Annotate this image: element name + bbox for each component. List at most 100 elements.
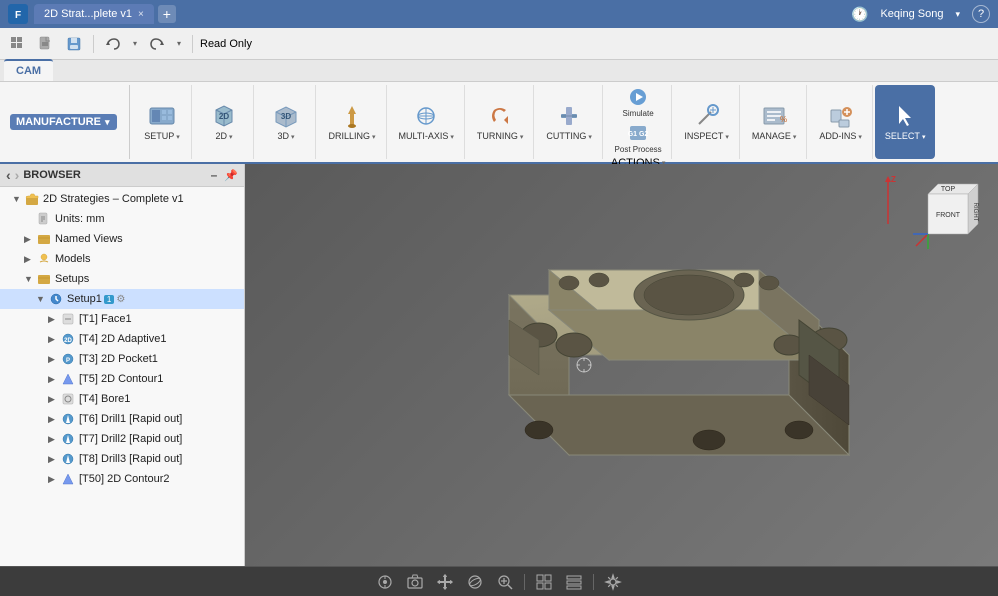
addins-button[interactable]: ADD-INS ▾: [815, 100, 866, 144]
multiaxis-button[interactable]: MULTI-AXIS ▾: [395, 100, 458, 144]
expand-drill3[interactable]: ▶: [48, 454, 60, 465]
active-tab[interactable]: 2D Strat...plete v1 ×: [34, 4, 154, 24]
drilling-dropdown-arrow: ▾: [372, 133, 376, 141]
3d-button[interactable]: 3D 3D ▾: [268, 100, 304, 144]
user-name[interactable]: Keqing Song: [880, 8, 943, 20]
tree-item-adaptive1[interactable]: ▶ 2D [T4] 2D Adaptive1: [0, 329, 244, 349]
turning-button[interactable]: TURNING ▾: [473, 100, 528, 144]
label-root: 2D Strategies – Complete v1: [43, 193, 184, 205]
zoom-button[interactable]: [494, 571, 516, 593]
expand-pocket1[interactable]: ▶: [48, 354, 60, 365]
drilling-button[interactable]: DRILLING ▾: [324, 100, 379, 144]
pan-button[interactable]: [434, 571, 456, 593]
redo-button[interactable]: [145, 32, 169, 56]
tree-item-contour1[interactable]: ▶ [T5] 2D Contour1: [0, 369, 244, 389]
group-manage: % MANAGE ▾: [742, 85, 808, 159]
select-button[interactable]: SELECT ▾: [881, 100, 930, 144]
viewport[interactable]: TOP FRONT RIGHT Z: [245, 164, 998, 566]
tab-cam[interactable]: CAM: [4, 59, 53, 81]
expand-drill1[interactable]: ▶: [48, 414, 60, 425]
2d-button[interactable]: 2D 2D ▾: [206, 100, 242, 144]
ribbon: CAM MANUFACTURE ▾: [0, 60, 998, 164]
nav-cube[interactable]: TOP FRONT RIGHT: [908, 174, 988, 254]
list-view-button[interactable]: [563, 571, 585, 593]
addins-dropdown-arrow: ▾: [858, 133, 862, 141]
browser-nav-back[interactable]: ‹: [6, 167, 11, 183]
tree-item-pocket1[interactable]: ▶ P [T3] 2D Pocket1: [0, 349, 244, 369]
setup-button[interactable]: SETUP ▾: [140, 100, 184, 144]
simulate-label: Simulate: [623, 109, 654, 118]
tree-item-setups[interactable]: ▼ Setups: [0, 269, 244, 289]
dropdown-arrow-user[interactable]: ▾: [955, 9, 960, 20]
post-icon: G1 G2: [627, 122, 649, 144]
tree-item-units[interactable]: Units: mm: [0, 209, 244, 229]
expand-face1[interactable]: ▶: [48, 314, 60, 325]
label-pocket1: [T3] 2D Pocket1: [79, 353, 158, 365]
group-cutting: CUTTING ▾: [536, 85, 603, 159]
manufacture-dropdown[interactable]: MANUFACTURE ▾: [10, 114, 117, 130]
setup-icon: [148, 102, 176, 130]
turning-label: TURNING: [477, 132, 518, 142]
title-bar: F 2D Strat...plete v1 × + 🕐 Keqing Song …: [0, 0, 998, 28]
label-contour1: [T5] 2D Contour1: [79, 373, 163, 385]
redo-dropdown[interactable]: ▾: [173, 32, 185, 56]
svg-text:%: %: [780, 115, 787, 124]
expand-bore1[interactable]: ▶: [48, 394, 60, 405]
browser-pin[interactable]: 📌: [224, 169, 238, 182]
group-multiaxis: MULTI-AXIS ▾: [389, 85, 465, 159]
inspect-button[interactable]: INSPECT ▾: [680, 100, 733, 144]
tree-item-contour2[interactable]: ▶ [T50] 2D Contour2: [0, 469, 244, 489]
setup1-gear[interactable]: ⚙: [116, 294, 125, 305]
tree-item-drill1[interactable]: ▶ [T6] Drill1 [Rapid out]: [0, 409, 244, 429]
expand-models[interactable]: ▶: [24, 254, 36, 265]
post-process-button[interactable]: G1 G2 Post Process: [612, 121, 665, 155]
undo-button[interactable]: [101, 32, 125, 56]
expand-units: [24, 214, 36, 224]
settings-button[interactable]: [602, 571, 624, 593]
tree-item-face1[interactable]: ▶ [T1] Face1: [0, 309, 244, 329]
browser-collapse[interactable]: –: [211, 168, 218, 182]
tree-item-bore1[interactable]: ▶ [T4] Bore1: [0, 389, 244, 409]
orbit-button[interactable]: [464, 571, 486, 593]
expand-setup1[interactable]: ▼: [36, 294, 48, 304]
file-button[interactable]: [34, 32, 58, 56]
expand-contour2[interactable]: ▶: [48, 474, 60, 485]
new-tab-button[interactable]: +: [158, 5, 176, 23]
browser-tree: ▼ 2D Strategies – Complete v1 Units: mm …: [0, 187, 244, 566]
tree-item-root[interactable]: ▼ 2D Strategies – Complete v1: [0, 189, 244, 209]
simulate-button[interactable]: Simulate: [620, 85, 657, 119]
tree-item-named-views[interactable]: ▶ Named Views: [0, 229, 244, 249]
cursor-indicator: [574, 355, 594, 375]
save-button[interactable]: [62, 32, 86, 56]
cutting-button[interactable]: CUTTING ▾: [542, 100, 596, 144]
main-area: ‹ › BROWSER – 📌 ▼ 2D Strategies – Comple…: [0, 164, 998, 566]
icon-drill3: [60, 451, 76, 467]
tree-item-setup1[interactable]: ▼ Setup1 1 ⚙: [0, 289, 244, 309]
close-tab-button[interactable]: ×: [138, 9, 144, 20]
tree-item-drill3[interactable]: ▶ [T8] Drill3 [Rapid out]: [0, 449, 244, 469]
expand-root[interactable]: ▼: [12, 194, 24, 204]
expand-named-views[interactable]: ▶: [24, 234, 36, 245]
multiaxis-icon: [412, 102, 440, 130]
expand-setups[interactable]: ▼: [24, 274, 36, 284]
group-select: SELECT ▾: [875, 85, 936, 159]
svg-text:RIGHT: RIGHT: [972, 203, 978, 222]
undo-dropdown[interactable]: ▾: [129, 32, 141, 56]
help-icon[interactable]: ?: [972, 5, 990, 23]
grid-view-button[interactable]: [533, 571, 555, 593]
expand-drill2[interactable]: ▶: [48, 434, 60, 445]
icon-named-views: [36, 231, 52, 247]
icon-setup1: [48, 291, 64, 307]
clock-icon[interactable]: 🕐: [851, 6, 868, 23]
snap-settings-button[interactable]: [374, 571, 396, 593]
camera-button[interactable]: [404, 571, 426, 593]
3d-dropdown-arrow: ▾: [291, 133, 295, 141]
tree-item-drill2[interactable]: ▶ [T7] Drill2 [Rapid out]: [0, 429, 244, 449]
expand-contour1[interactable]: ▶: [48, 374, 60, 385]
manage-button[interactable]: % MANAGE ▾: [748, 100, 801, 144]
grid-menu-button[interactable]: [6, 32, 30, 56]
browser-nav-fwd[interactable]: ›: [15, 167, 20, 183]
2d-dropdown-arrow: ▾: [229, 133, 233, 141]
expand-adaptive1[interactable]: ▶: [48, 334, 60, 345]
tree-item-models[interactable]: ▶ Models: [0, 249, 244, 269]
